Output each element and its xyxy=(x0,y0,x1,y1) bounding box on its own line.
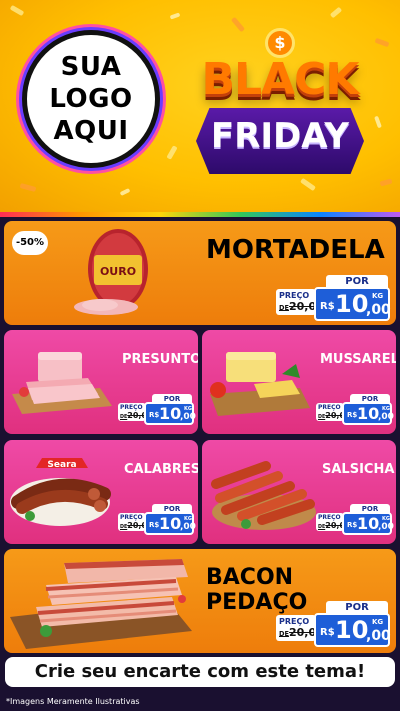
price-tag: POR PREÇO DE20,00 R$ 10 KG ,00 xyxy=(118,394,196,426)
product-name: MORTADELA xyxy=(206,235,385,265)
price-currency: R$ xyxy=(347,521,358,529)
title-friday: FRIDAY xyxy=(211,116,349,156)
price-tag: POR PREÇO DE20,00 R$ 10 KG ,00 xyxy=(118,504,196,536)
price-cents: ,00 xyxy=(180,522,196,532)
logo-line-3: AQUI xyxy=(53,116,129,146)
product-name: CALABRESA xyxy=(124,462,198,477)
black-friday-title: $ BLACK FRIDAY xyxy=(180,28,380,188)
logo-line-2: LOGO xyxy=(49,84,133,114)
price-current: R$ 10 KG ,00 xyxy=(144,512,196,535)
price-cents: ,00 xyxy=(378,522,394,532)
price-unit: KG xyxy=(372,618,384,626)
header-banner: SUA LOGO AQUI $ BLACK FRIDAY xyxy=(0,0,400,212)
price-current: R$ 10 KG ,00 xyxy=(314,613,391,647)
price-integer: 10 xyxy=(357,514,380,533)
price-current: R$ 10 KG ,00 xyxy=(314,287,391,321)
price-integer: 10 xyxy=(357,404,380,423)
brand-ouro: OURO xyxy=(100,265,136,278)
calabresa-image: Seara xyxy=(10,458,111,526)
price-current: R$ 10 KG ,00 xyxy=(342,402,394,425)
price-currency: R$ xyxy=(347,411,358,419)
price-integer: 10 xyxy=(159,404,182,423)
price-de-label: DE xyxy=(279,630,289,638)
product-card-calabresa: Seara CALABRESA POR PREÇO DE20,00 R$ 10 … xyxy=(4,440,198,544)
product-card-presunto: PRESUNTO POR PREÇO DE20,00 R$ 10 KG ,00 xyxy=(4,330,198,434)
price-de-label: DE xyxy=(279,304,289,312)
price-current: R$ 10 KG ,00 xyxy=(144,402,196,425)
price-preco-label: PREÇO xyxy=(318,404,341,411)
price-current: R$ 10 KG ,00 xyxy=(342,512,394,535)
product-card-mortadela: -50% OURO MORTADELA POR PREÇO DE20,00 R$… xyxy=(4,221,396,325)
price-old: PREÇO DE20,00 xyxy=(316,513,351,531)
product-name: SALSICHA xyxy=(322,462,395,477)
price-old: PREÇO DE20,00 xyxy=(316,403,351,421)
price-old: PREÇO DE20,00 xyxy=(276,615,324,641)
cta-banner[interactable]: Crie seu encarte com este tema! xyxy=(5,657,395,687)
logo-line-1: SUA xyxy=(60,52,122,82)
price-preco-label: PREÇO xyxy=(318,514,341,521)
salsicha-image xyxy=(211,461,316,530)
price-cents: ,00 xyxy=(366,628,391,644)
price-cents: ,00 xyxy=(378,412,394,422)
product-card-mussarela: MUSSARELA POR PREÇO DE20,00 R$ 10 KG ,00 xyxy=(202,330,396,434)
discount-badge: -50% xyxy=(12,231,48,255)
footnote: *Imagens Meramente Ilustrativas xyxy=(6,697,140,706)
price-cents: ,00 xyxy=(180,412,196,422)
price-integer: 10 xyxy=(335,290,369,318)
price-preco-label: PREÇO xyxy=(120,404,143,411)
logo-placeholder: SUA LOGO AQUI xyxy=(22,30,160,168)
title-black: BLACK xyxy=(201,54,359,105)
price-tag: POR PREÇO DE20,00 R$ 10 KG ,00 xyxy=(316,504,394,536)
product-card-salsicha: SALSICHA POR PREÇO DE20,00 R$ 10 KG ,00 xyxy=(202,440,396,544)
bacon-image xyxy=(10,559,192,649)
price-preco-label: PREÇO xyxy=(120,514,143,521)
product-card-bacon: BACON PEDAÇO POR PREÇO DE20,00 R$ 10 KG … xyxy=(4,549,396,653)
price-integer: 10 xyxy=(335,616,369,644)
price-currency: R$ xyxy=(149,411,160,419)
product-name: PRESUNTO xyxy=(122,352,198,367)
price-old: PREÇO DE20,00 xyxy=(118,403,153,421)
price-integer: 10 xyxy=(159,514,182,533)
mortadela-image: OURO xyxy=(74,229,148,315)
price-cents: ,00 xyxy=(366,302,391,318)
rainbow-divider xyxy=(0,212,400,217)
product-name: MUSSARELA xyxy=(320,352,396,367)
price-unit: KG xyxy=(372,292,384,300)
price-currency: R$ xyxy=(320,627,335,638)
brand-seara: Seara xyxy=(47,460,76,470)
price-tag: POR PREÇO DE20,00 R$ 10 KG ,00 xyxy=(316,394,394,426)
price-old: PREÇO DE20,00 xyxy=(276,289,324,315)
price-currency: R$ xyxy=(320,301,335,312)
price-tag: POR PREÇO DE20,00 R$ 10 KG ,00 xyxy=(276,601,392,649)
price-old: PREÇO DE20,00 xyxy=(118,513,153,531)
mussarela-image xyxy=(210,352,310,416)
price-tag: POR PREÇO DE20,00 R$ 10 KG ,00 xyxy=(276,275,392,323)
price-currency: R$ xyxy=(149,521,160,529)
presunto-image xyxy=(12,352,112,414)
